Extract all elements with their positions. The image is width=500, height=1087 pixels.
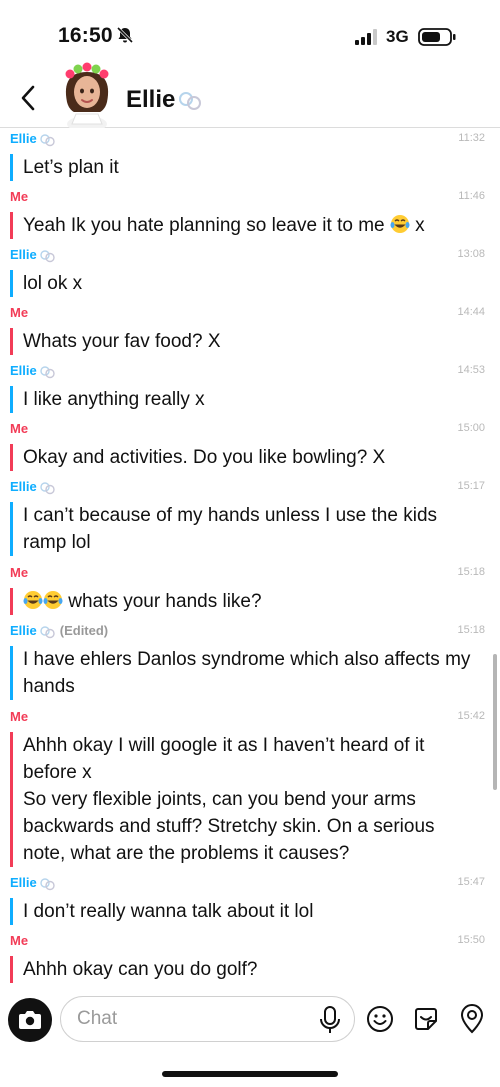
message-time: 11:32	[458, 132, 485, 144]
message-item: Me 11:46 Yeah Ik you hate planning so lea…	[0, 187, 500, 239]
message-text: I like anything really x	[10, 386, 480, 413]
scrollbar[interactable]	[493, 654, 497, 790]
message-list[interactable]: Ellie 11:32 Let’s plan it Me 11:46 Yeah Ik…	[0, 129, 500, 989]
sticker-icon[interactable]	[412, 1005, 440, 1033]
bff-rings-icon	[179, 91, 202, 110]
message-item: Ellie 13:08 lol ok x	[0, 245, 500, 297]
sender-label: Ellie	[10, 875, 56, 891]
message-item: Ellie (Edited) 15:18 I have ehlers Danlos …	[0, 621, 500, 700]
message-text: I have ehlers Danlos syndrome which also…	[10, 646, 480, 700]
message-time: 14:53	[457, 364, 485, 376]
message-text: I can’t because of my hands unless I use…	[10, 502, 480, 556]
sender-label: Ellie (Edited)	[10, 623, 109, 638]
laughing-tears-emoji-icon	[23, 591, 43, 609]
home-indicator[interactable]	[162, 1071, 338, 1077]
message-text: Ahhh okay I will google it as I haven’t …	[10, 732, 480, 867]
message-time: 15:42	[457, 710, 485, 722]
message-item: Me 14:44 Whats your fav food? X	[0, 303, 500, 355]
sender-label: Me	[10, 709, 29, 724]
message-text: I don’t really wanna talk about it lol	[10, 898, 480, 925]
microphone-icon[interactable]	[318, 1005, 342, 1035]
message-text: Okay and activities. Do you like bowling…	[10, 444, 480, 471]
message-text: lol ok x	[10, 270, 480, 297]
message-item: Me 15:42 Ahhh okay I will google it as I …	[0, 707, 500, 867]
location-pin-icon[interactable]	[458, 1004, 486, 1034]
message-text: Whats your fav food? X	[10, 328, 480, 355]
message-item: Ellie 15:17 I can’t because of my hands u…	[0, 477, 500, 556]
chat-input-bar	[0, 990, 500, 1087]
bell-off-icon	[116, 26, 134, 44]
message-item: Ellie 14:53 I like anything really x	[0, 361, 500, 413]
bff-rings-icon	[40, 133, 55, 146]
edited-label: (Edited)	[59, 623, 109, 638]
bitmoji-avatar[interactable]	[56, 62, 118, 128]
chat-title[interactable]: Ellie	[126, 86, 203, 114]
message-time: 11:46	[458, 190, 485, 202]
message-item: Me 15:50 Ahhh okay can you do golf?	[0, 931, 500, 983]
sender-label: Ellie	[10, 363, 56, 379]
bff-rings-icon	[40, 365, 55, 378]
laughing-tears-emoji-icon	[43, 591, 63, 609]
network-type: 3G	[386, 27, 409, 46]
message-item: Me 15:00 Okay and activities. Do you like…	[0, 419, 500, 471]
camera-icon	[19, 1011, 41, 1029]
sender-label: Me	[10, 421, 29, 436]
message-text: whats your hands like?	[10, 588, 480, 615]
sender-label: Me	[10, 933, 29, 948]
message-time: 15:47	[457, 876, 485, 888]
sender-label: Me	[10, 305, 29, 320]
message-time: 15:18	[457, 566, 485, 578]
chevron-left-icon[interactable]	[18, 84, 38, 112]
status-time: 16:50	[58, 24, 113, 47]
message-text: Yeah Ik you hate planning so leave it to…	[10, 212, 480, 239]
sender-label: Ellie	[10, 479, 56, 495]
message-text: Let’s plan it	[10, 154, 480, 181]
message-time: 13:08	[457, 248, 485, 260]
bff-rings-icon	[40, 625, 55, 638]
sender-label: Ellie	[10, 131, 56, 147]
message-time: 14:44	[457, 306, 485, 318]
message-time: 15:18	[457, 624, 485, 636]
chat-header: Ellie	[0, 60, 500, 128]
message-item: Ellie 11:32 Let’s plan it	[0, 129, 500, 181]
sender-label: Me	[10, 189, 29, 204]
bff-rings-icon	[40, 481, 55, 494]
sender-label: Ellie	[10, 247, 56, 263]
chat-input[interactable]	[60, 996, 355, 1042]
laughing-tears-emoji-icon	[390, 215, 410, 233]
bff-rings-icon	[40, 249, 55, 262]
camera-button[interactable]	[8, 998, 52, 1042]
smiley-icon[interactable]	[366, 1005, 394, 1033]
status-bar: 16:50 3G	[0, 0, 500, 60]
message-time: 15:00	[457, 422, 485, 434]
message-item: Ellie 15:47 I don’t really wanna talk abo…	[0, 873, 500, 925]
message-time: 15:17	[457, 480, 485, 492]
message-text: Ahhh okay can you do golf?	[10, 956, 480, 983]
bff-rings-icon	[40, 877, 55, 890]
cellular-signal-icon	[355, 29, 377, 45]
battery-icon	[418, 28, 456, 46]
sender-label: Me	[10, 565, 29, 580]
message-time: 15:50	[457, 934, 485, 946]
message-item: Me 15:18 whats your hands like?	[0, 563, 500, 615]
friend-name: Ellie	[126, 86, 176, 113]
